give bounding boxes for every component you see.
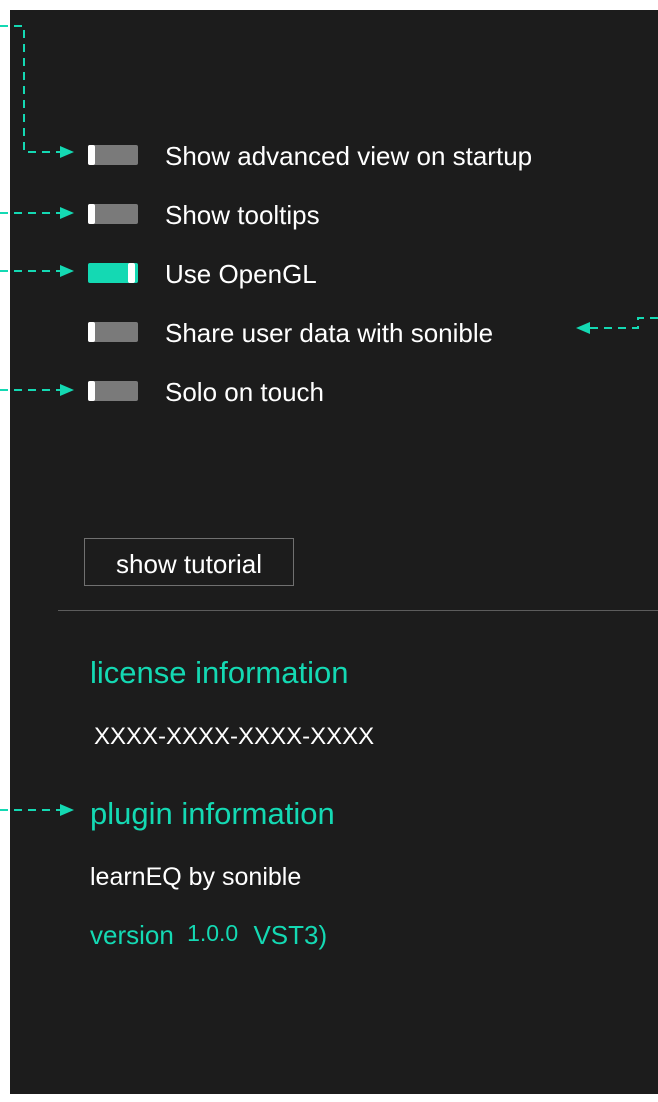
license-heading: license information — [90, 655, 349, 690]
version-line: version 1.0.0 VST3) — [90, 920, 327, 951]
toggle-thumb[interactable] — [88, 145, 95, 165]
toggle-thumb[interactable] — [88, 381, 95, 401]
advanced-view-label: Show advanced view on startup — [165, 141, 533, 171]
license-key: XXXX-XXXX-XXXX-XXXX — [94, 723, 375, 750]
opengl-toggle[interactable] — [88, 263, 138, 283]
setting-row-solo-on-touch[interactable]: Solo on touch — [10, 371, 658, 411]
setting-row-tooltips[interactable]: Show tooltips — [10, 194, 658, 234]
section-divider — [58, 610, 658, 611]
share-data-label: Share user data with sonible — [165, 318, 494, 348]
tooltips-toggle[interactable] — [88, 204, 138, 224]
show-tutorial-button[interactable]: show tutorial — [84, 538, 294, 586]
settings-panel: Show advanced view on startup Show toolt… — [10, 10, 658, 1094]
setting-row-share-data[interactable]: Share user data with sonible — [10, 312, 658, 352]
opengl-label: Use OpenGL — [165, 259, 317, 289]
plugin-heading: plugin information — [90, 796, 335, 831]
solo-on-touch-toggle[interactable] — [88, 381, 138, 401]
advanced-view-toggle[interactable] — [88, 145, 138, 165]
plugin-name: learnEQ by sonible — [90, 863, 302, 891]
setting-row-opengl[interactable]: Use OpenGL — [10, 253, 658, 293]
version-number: 1.0.0 — [187, 920, 239, 946]
toggle-thumb[interactable] — [128, 263, 135, 283]
toggle-thumb[interactable] — [88, 204, 95, 224]
share-data-toggle[interactable] — [88, 322, 138, 342]
solo-on-touch-label: Solo on touch — [165, 377, 325, 407]
tooltips-label: Show tooltips — [165, 200, 320, 230]
plugin-format: VST3) — [253, 920, 328, 950]
toggle-thumb[interactable] — [88, 322, 95, 342]
setting-row-advanced-view[interactable]: Show advanced view on startup — [10, 135, 658, 175]
version-label: version — [90, 920, 174, 950]
